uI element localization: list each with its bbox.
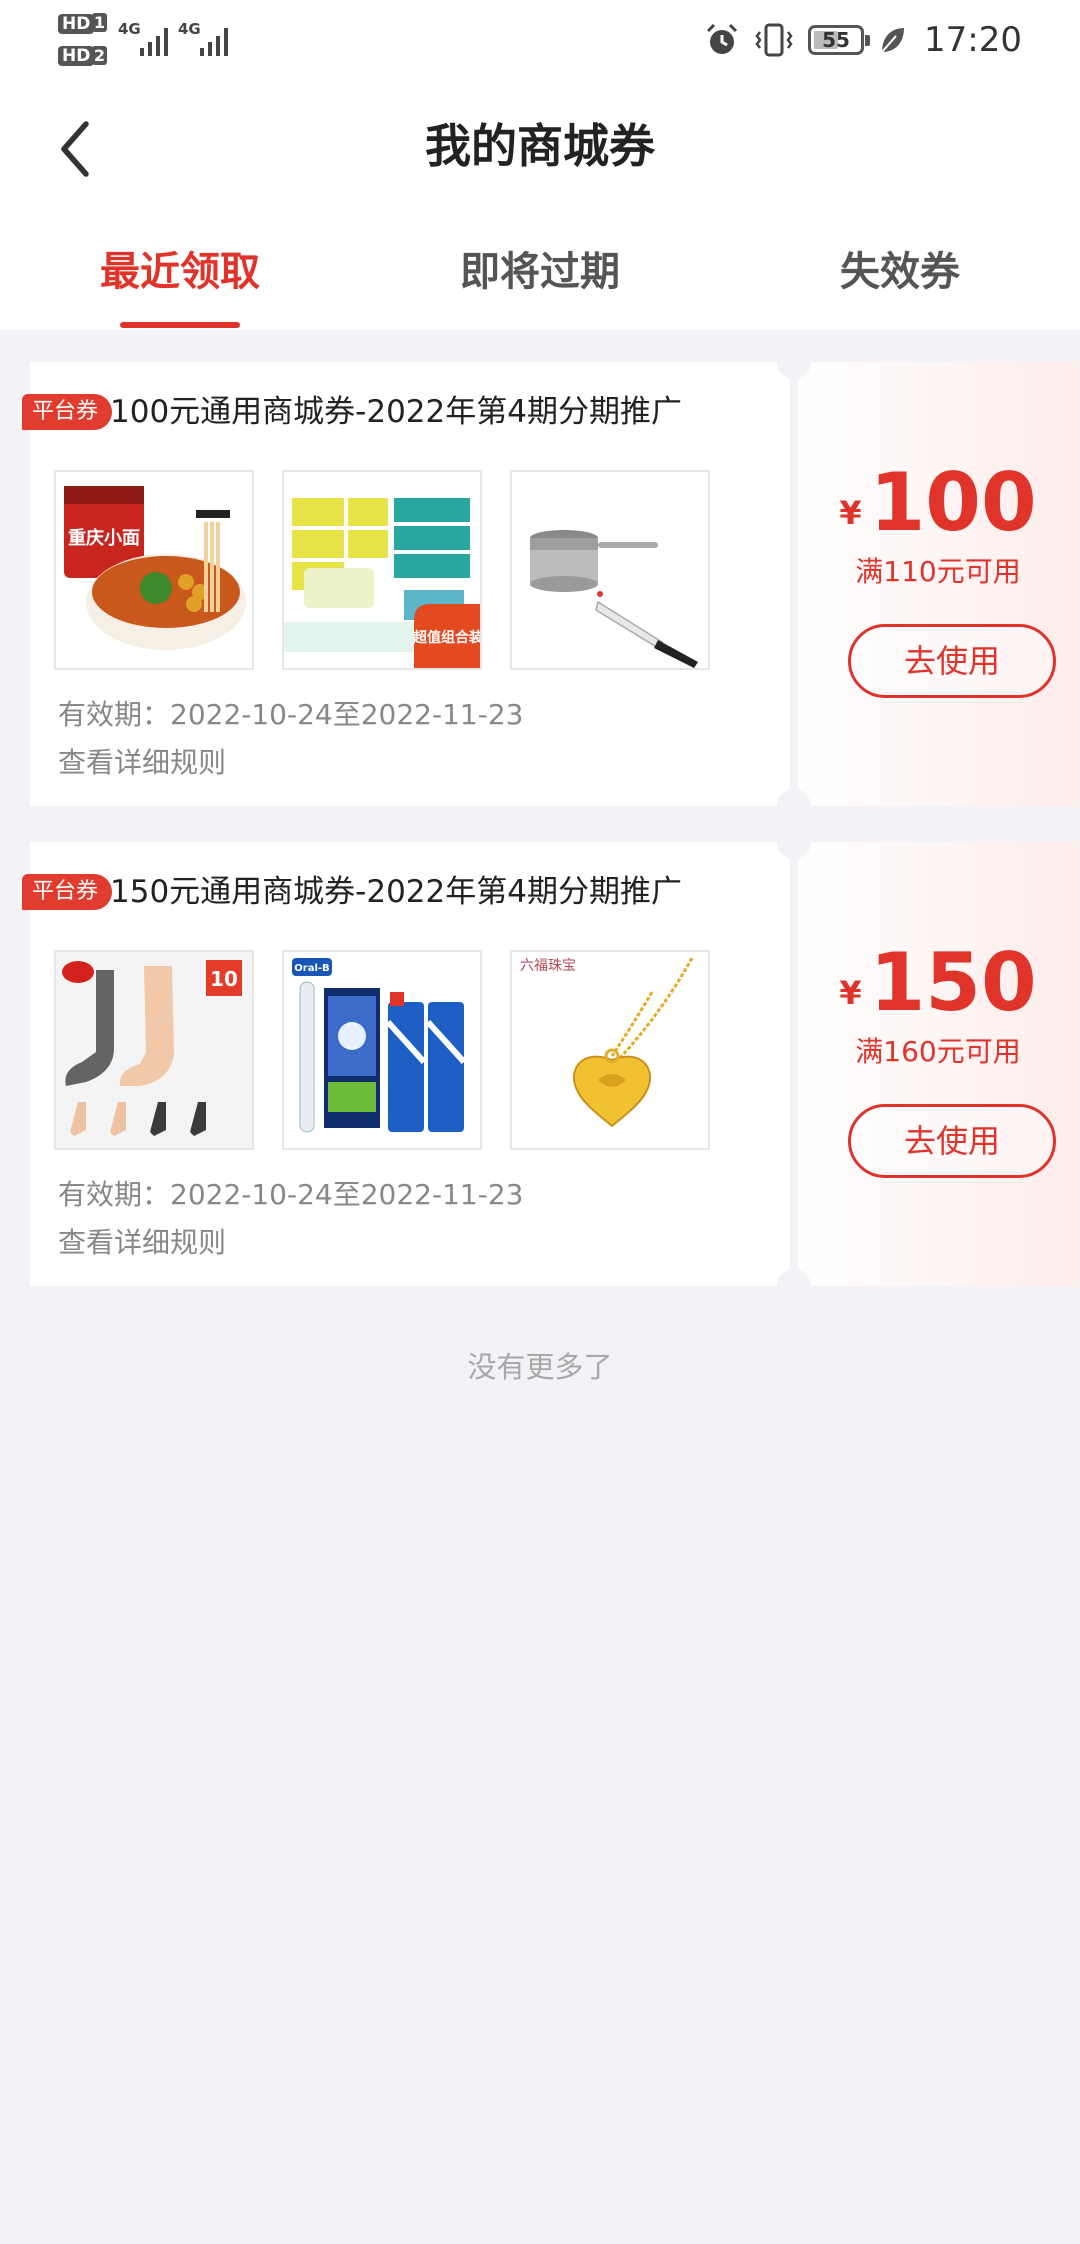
currency-symbol: ¥: [839, 494, 862, 532]
tab-expired[interactable]: 失效券: [750, 232, 1050, 312]
tissue-combo-badge: 超值组合装: [412, 629, 480, 646]
battery-icon: 55: [808, 25, 871, 55]
tab-expiring-soon[interactable]: 即将过期: [390, 232, 690, 312]
pot-and-knife-image[interactable]: [510, 470, 710, 670]
noodle-brand-label: 重庆小面: [68, 527, 140, 549]
coupon-notch: [777, 825, 811, 859]
coupon-amount: ¥150: [798, 938, 1078, 1028]
active-tab-indicator: [120, 322, 240, 328]
currency-symbol: ¥: [839, 974, 862, 1012]
usage-condition: 满110元可用: [855, 555, 1021, 588]
platform-coupon-tag: 平台券: [22, 874, 113, 910]
no-more-note: 没有更多了: [467, 1350, 613, 1384]
battery-level: 55: [822, 28, 850, 52]
coupon-title: 150元通用商城券-2022年第4期分期推广: [110, 874, 682, 910]
platform-coupon-tag: 平台券: [22, 394, 113, 430]
amount-value: 100: [869, 456, 1037, 549]
coupon-body: 150元通用商城券-2022年第4期分期推广 10 Oral-B 六福珠宝 有效…: [30, 842, 790, 1286]
toothbrush-toothpaste-image[interactable]: Oral-B: [282, 950, 482, 1150]
page-title: 我的商城券: [425, 119, 655, 173]
noodle-bowl-image[interactable]: 重庆小面: [54, 470, 254, 670]
socks-pack-badge: 10: [210, 967, 238, 991]
rules-link[interactable]: 查看详细规则: [58, 1220, 226, 1266]
sim-slot-label: 1: [92, 13, 107, 32]
coupon-amount: ¥100: [798, 458, 1078, 548]
coupon-title: 100元通用商城券-2022年第4期分期推广: [110, 394, 682, 430]
tab-bar: 最近领取 即将过期 失效券: [0, 232, 1080, 330]
coupon-value-panel: ¥150 满160元可用 去使用: [798, 842, 1078, 1286]
vibrate-icon: [755, 23, 793, 57]
hd-badge: HD: [58, 46, 95, 66]
coupon-notch: [777, 345, 811, 379]
usage-condition: 满160元可用: [855, 1035, 1021, 1068]
alarm-icon: [706, 23, 738, 54]
coupon-card: 150元通用商城券-2022年第4期分期推广 10 Oral-B 六福珠宝 有效…: [22, 825, 1078, 1303]
gold-pendant-image[interactable]: 六福珠宝: [510, 950, 710, 1150]
leaf-icon: [881, 28, 905, 53]
toothbrush-brand-label: Oral-B: [294, 963, 329, 974]
validity-period: 有效期：2022-10-24至2022-11-23: [58, 1178, 524, 1211]
coupon-value-panel: ¥100 满110元可用 去使用: [798, 362, 1078, 806]
clock: 17:20: [924, 20, 1022, 60]
sim-slot-label: 2: [92, 46, 107, 65]
network-type: 4G: [118, 20, 141, 38]
tab-recent[interactable]: 最近领取: [30, 232, 330, 312]
coupon-notch: [777, 789, 811, 823]
jewelry-brand-label: 六福珠宝: [520, 958, 576, 974]
coupon-body: 100元通用商城券-2022年第4期分期推广 重庆小面 超值组合装 有效期：20…: [30, 362, 790, 806]
use-coupon-button[interactable]: 去使用: [848, 1104, 1056, 1178]
use-coupon-button[interactable]: 去使用: [848, 624, 1056, 698]
tissue-pack-image[interactable]: 超值组合装: [282, 470, 482, 670]
coupon-card: 100元通用商城券-2022年第4期分期推广 重庆小面 超值组合装 有效期：20…: [22, 345, 1078, 823]
rules-link[interactable]: 查看详细规则: [58, 740, 226, 786]
network-type: 4G: [178, 20, 201, 38]
validity-period: 有效期：2022-10-24至2022-11-23: [58, 698, 524, 731]
hd-badge: HD: [58, 14, 95, 34]
coupon-notch: [777, 1269, 811, 1303]
socks-image[interactable]: 10: [54, 950, 254, 1150]
amount-value: 150: [869, 936, 1037, 1029]
status-bar: HD 1 HD 2 4G 4G 55 17:20: [0, 0, 1080, 80]
